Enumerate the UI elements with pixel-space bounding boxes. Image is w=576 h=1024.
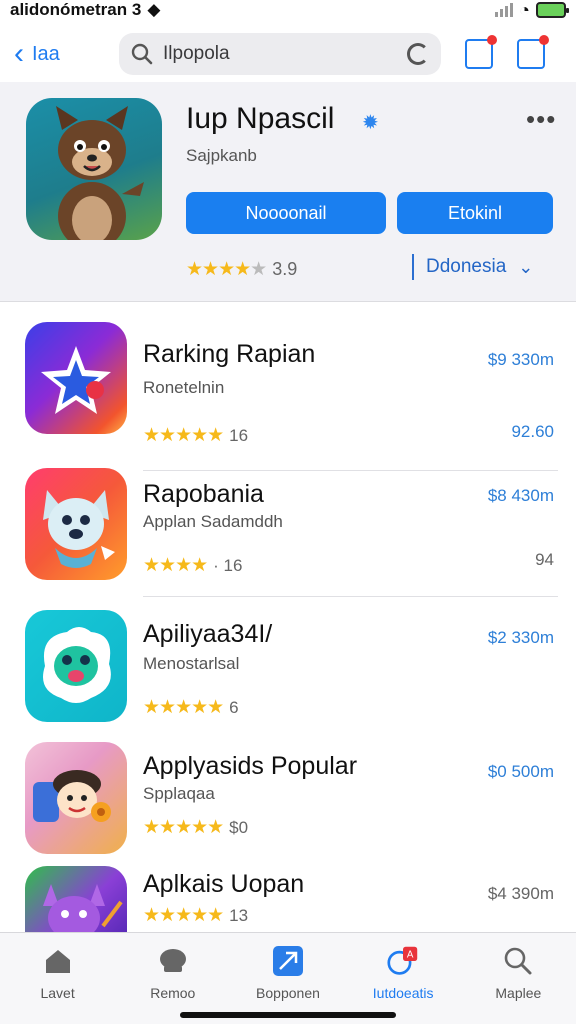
signal-icon xyxy=(495,3,514,17)
tab-today[interactable]: Lavet xyxy=(8,945,108,1024)
star-rating-icon: ★★★★★ xyxy=(143,697,224,718)
home-indicator[interactable] xyxy=(180,1012,396,1018)
app-rating: ★★★★★ $0 xyxy=(143,816,248,839)
search-input[interactable]: Ilpopola xyxy=(119,33,441,75)
back-label: Iaa xyxy=(32,42,60,65)
review-count: 16 xyxy=(229,425,249,445)
dog-icon xyxy=(43,490,115,568)
divider xyxy=(412,254,414,280)
chevron-down-icon: ⌄ xyxy=(518,256,534,277)
region-label: Ddonesia xyxy=(426,256,507,277)
review-count: · 16 xyxy=(213,555,243,575)
region-selector[interactable]: Ddonesia ⌄ xyxy=(412,254,533,280)
wifi-icon: ◔ xyxy=(519,0,530,20)
monster-icon xyxy=(43,627,111,703)
window-icon[interactable] xyxy=(517,35,549,69)
star-rating-icon: ★★★★★ xyxy=(143,425,224,446)
featured-rating: ★★★★★ 3.9 xyxy=(186,258,297,281)
app-price: $2 330m xyxy=(487,628,554,647)
search-icon xyxy=(131,43,153,65)
notification-dot xyxy=(539,35,549,45)
refresh-icon[interactable] xyxy=(407,43,429,65)
home-icon xyxy=(42,945,74,977)
secondary-action-button[interactable]: Etokinl xyxy=(397,192,553,234)
updates-icon: A xyxy=(387,945,419,977)
location-icon: ◆ xyxy=(147,0,161,19)
featured-app: Iup Npascil ✹ ••• Sajpkanb Noooonail Eto… xyxy=(0,82,576,302)
star-logo-icon xyxy=(41,346,111,414)
star-rating-icon: ★★★★★ xyxy=(143,817,224,838)
app-price: $0 500m xyxy=(487,762,554,781)
carrier-text: alidonómetran 3 xyxy=(10,0,142,19)
app-title: Applyasids Popular xyxy=(143,752,358,780)
app-title: Rarking Rapian xyxy=(143,340,316,368)
tab-label: Remoo xyxy=(150,985,196,1001)
app-title: Apiliyaa34I/ xyxy=(143,620,273,648)
share-icon[interactable] xyxy=(465,35,497,69)
games-icon xyxy=(157,945,189,977)
tab-label: Bopponen xyxy=(256,985,320,1001)
svg-text:A: A xyxy=(407,949,414,960)
tab-search[interactable]: Maplee xyxy=(468,945,568,1024)
back-button[interactable]: ‹ Iaa xyxy=(14,39,119,69)
featured-app-title: Iup Npascil xyxy=(186,102,335,135)
search-text: Ilpopola xyxy=(163,43,230,64)
app-rating: ★★★★★ 13 xyxy=(143,904,248,927)
app-rating: ★★★★★ 6 xyxy=(143,696,239,719)
rating-value: 3.9 xyxy=(272,259,298,279)
raccoon-icon xyxy=(56,106,144,240)
divider xyxy=(143,596,558,597)
more-icon[interactable]: ••• xyxy=(526,104,556,135)
divider xyxy=(143,470,558,471)
app-size: 94 xyxy=(535,550,554,569)
app-title: Aplkais Uopan xyxy=(143,870,305,898)
app-subtitle: Menostarlsal xyxy=(143,654,240,673)
notification-dot xyxy=(487,35,497,45)
app-icon xyxy=(25,866,127,932)
app-icon xyxy=(25,322,127,434)
review-count: 13 xyxy=(229,905,249,925)
tab-label: Maplee xyxy=(495,985,542,1001)
app-price: $8 430m xyxy=(487,486,554,505)
star-rating-icon: ★★★★★ xyxy=(143,905,224,926)
featured-app-icon[interactable] xyxy=(26,98,162,240)
review-count: 6 xyxy=(229,697,239,717)
app-price: $9 330m xyxy=(487,350,554,369)
top-bar: ‹ Iaa Ilpopola xyxy=(0,28,576,80)
app-icon xyxy=(25,468,127,580)
cat-icon xyxy=(43,884,123,932)
app-size: 92.60 xyxy=(511,422,554,441)
chevron-left-icon: ‹ xyxy=(14,37,24,70)
status-bar: alidonómetran 3 ◆ ◔ xyxy=(0,0,576,20)
star-rating-icon: ★★★★ xyxy=(143,555,208,576)
apps-icon xyxy=(272,945,304,977)
tab-label: Iutdoeatis xyxy=(372,985,434,1001)
battery-icon xyxy=(536,2,569,18)
app-subtitle: Applan Sadamddh xyxy=(143,512,283,531)
app-price: $4 390m xyxy=(487,884,554,903)
character-icon xyxy=(33,770,111,822)
featured-app-subtitle: Sajpkanb xyxy=(186,146,257,165)
gear-icon: ✹ xyxy=(362,112,379,134)
review-count: $0 xyxy=(229,817,249,837)
tab-bar: Lavet Remoo Bopponen A Iutdoeatis Maplee xyxy=(0,932,576,1024)
search-icon xyxy=(502,945,534,977)
app-icon xyxy=(25,610,127,722)
tab-label: Lavet xyxy=(40,985,75,1001)
app-subtitle: Ronetelnin xyxy=(143,378,225,397)
app-subtitle: Spplaqaa xyxy=(143,784,215,803)
app-title: Rapobania xyxy=(143,480,264,508)
app-rating: ★★★★★ 16 xyxy=(143,424,248,447)
app-rating: ★★★★ · 16 xyxy=(143,554,242,577)
app-icon xyxy=(25,742,127,854)
star-rating-icon: ★★★★★ xyxy=(186,259,267,280)
primary-action-button[interactable]: Noooonail xyxy=(186,192,386,234)
